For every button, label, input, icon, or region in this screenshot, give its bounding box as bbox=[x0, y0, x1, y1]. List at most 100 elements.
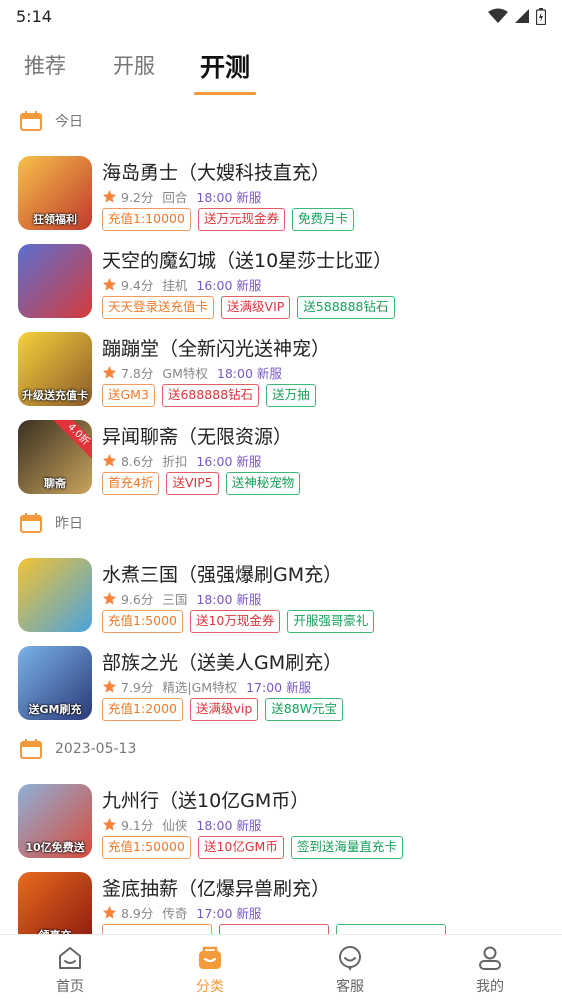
wifi-icon bbox=[488, 8, 508, 23]
game-title[interactable]: 天空的魔幻城（送10星莎士比亚） bbox=[102, 246, 392, 273]
nav-home[interactable]: 首页 bbox=[0, 935, 140, 1001]
game-thumbnail[interactable]: 4.0折 聊斋 bbox=[18, 420, 92, 494]
star-icon bbox=[102, 817, 117, 831]
open-time: 18:00 新服 bbox=[216, 365, 282, 381]
game-category: GM特权 bbox=[162, 365, 208, 381]
game-list[interactable]: 今日 狂领福利 海岛勇士（大嫂科技直充） 9.2分 回合 18:00 新服 充值1:1000… bbox=[0, 96, 562, 934]
date-header: 2023-05-13 bbox=[0, 734, 562, 764]
game-title[interactable]: 九州行（送10亿GM币） bbox=[102, 786, 309, 813]
tag-row: 充值1:50000 送10亿GM币 签到送海量直充卡 bbox=[102, 836, 403, 859]
game-tag: 送满级vip bbox=[189, 698, 259, 721]
service-icon bbox=[339, 946, 361, 971]
game-tag: 送10万现金券 bbox=[189, 610, 281, 633]
game-row[interactable]: 天空的魔幻城（送10星莎士比亚） 9.4分 挂机 16:00 新服天天登录送充值卡 送满… bbox=[0, 244, 562, 326]
star-icon bbox=[102, 365, 117, 379]
game-score: 9.2分 bbox=[121, 189, 154, 205]
discount-badge: 4.0折 bbox=[53, 420, 92, 460]
thumbnail-label: 送GM刷充 bbox=[28, 703, 82, 716]
game-tag: 天天登录送充值卡 bbox=[102, 296, 215, 319]
game-thumbnail[interactable]: 狂领福利 bbox=[18, 156, 92, 230]
calendar-icon bbox=[20, 111, 42, 131]
game-category: 三国 bbox=[162, 591, 188, 607]
game-row[interactable]: 狂领福利 海岛勇士（大嫂科技直充） 9.2分 回合 18:00 新服 充值1:10000 送… bbox=[0, 156, 562, 238]
game-meta: 8.9分 传奇 17:00 新服 bbox=[102, 903, 261, 921]
game-thumbnail[interactable]: 10亿免费送 bbox=[18, 784, 92, 858]
game-tag: 送588888钻石 bbox=[297, 296, 395, 319]
game-category: 挂机 bbox=[162, 277, 188, 293]
calendar-icon bbox=[20, 739, 42, 759]
nav-service[interactable]: 客服 bbox=[280, 935, 420, 1001]
game-tag: 送满级VIP bbox=[221, 296, 291, 319]
game-meta: 8.6分 折扣 16:00 新服 bbox=[102, 451, 261, 469]
nav-service-label: 客服 bbox=[336, 979, 364, 995]
status-icons bbox=[488, 7, 546, 25]
game-score: 9.6分 bbox=[121, 591, 154, 607]
game-category: 精选|GM特权 bbox=[162, 679, 238, 695]
date-header: 昨日 bbox=[0, 508, 562, 538]
game-tag: 免费月卡 bbox=[291, 208, 354, 231]
game-tag: 开服强哥豪礼 bbox=[287, 610, 375, 633]
tag-row: 天天登录送充值卡 送满级VIP 送588888钻石 bbox=[102, 296, 395, 319]
game-meta: 7.8分 GM特权 18:00 新服 bbox=[102, 363, 282, 381]
date-label: 2023-05-13 bbox=[55, 741, 137, 757]
game-title[interactable]: 海岛勇士（大嫂科技直充） bbox=[102, 158, 330, 185]
nav-profile[interactable]: 我的 bbox=[420, 935, 560, 1001]
thumbnail-label: 10亿免费送 bbox=[25, 841, 85, 854]
calendar-icon bbox=[20, 513, 42, 533]
game-tag: 充值1:5000 bbox=[102, 610, 183, 633]
game-category: 传奇 bbox=[162, 905, 188, 921]
tab-server-open[interactable]: 开服 bbox=[113, 50, 155, 80]
star-icon bbox=[102, 679, 117, 693]
bottom-nav: 首页 分类 客服 我的 bbox=[0, 934, 562, 1001]
nav-profile-label: 我的 bbox=[476, 979, 504, 995]
game-title[interactable]: 蹦蹦堂（全新闪光送神宠） bbox=[102, 334, 330, 361]
tab-indicator bbox=[194, 92, 256, 95]
game-tag: 首充4折 bbox=[102, 472, 160, 495]
game-row[interactable]: 4.0折 聊斋 异闻聊斋（无限资源） 8.6分 折扣 16:00 新服 首充4折 送VIP5 送… bbox=[0, 420, 562, 502]
star-icon bbox=[102, 905, 117, 919]
tag-row bbox=[102, 924, 446, 934]
tab-beta-test[interactable]: 开测 bbox=[200, 48, 250, 84]
star-icon bbox=[102, 591, 117, 605]
game-thumbnail[interactable]: 送GM刷充 bbox=[18, 646, 92, 720]
tag-row: 充值1:5000 送10万现金券 开服强哥豪礼 bbox=[102, 610, 375, 633]
game-meta: 9.1分 仙侠 18:00 新服 bbox=[102, 815, 261, 833]
game-score: 9.1分 bbox=[121, 817, 154, 833]
game-score: 7.9分 bbox=[121, 679, 154, 695]
game-row[interactable]: 送GM刷充 部族之光（送美人GM刷充） 7.9分 精选|GM特权 17:00 新服 充值1… bbox=[0, 646, 562, 728]
game-row[interactable]: 升级送充值卡 蹦蹦堂（全新闪光送神宠） 7.8分 GM特权 18:00 新服 送GM3 送6… bbox=[0, 332, 562, 414]
signal-icon bbox=[515, 9, 529, 23]
game-tag: 送万元现金券 bbox=[197, 208, 285, 231]
home-icon bbox=[59, 947, 81, 969]
game-tag: 送10亿GM币 bbox=[197, 836, 284, 859]
game-title[interactable]: 水煮三国（强强爆刷GM充） bbox=[102, 560, 342, 587]
game-meta: 9.2分 回合 18:00 新服 bbox=[102, 187, 261, 205]
game-row[interactable]: 领真充 釜底抽薪（亿爆异兽刷充） 8.9分传奇 17:00 新服 bbox=[0, 872, 562, 934]
game-tag: 充值1:2000 bbox=[102, 698, 183, 721]
game-thumbnail[interactable] bbox=[18, 244, 92, 318]
nav-home-label: 首页 bbox=[56, 979, 84, 995]
game-title[interactable]: 异闻聊斋（无限资源） bbox=[102, 422, 292, 449]
open-time: 17:00 新服 bbox=[196, 905, 262, 921]
game-meta: 9.4分 挂机 16:00 新服 bbox=[102, 275, 261, 293]
game-tag: 充值1:50000 bbox=[102, 836, 191, 859]
game-thumbnail[interactable] bbox=[18, 558, 92, 632]
game-meta: 9.6分 三国 18:00 新服 bbox=[102, 589, 261, 607]
game-tag: 送VIP5 bbox=[166, 472, 219, 495]
game-tag bbox=[102, 924, 212, 934]
game-row[interactable]: 10亿免费送 九州行（送10亿GM币） 9.1分 仙侠 18:00 新服充值1:5000… bbox=[0, 784, 562, 866]
game-category: 回合 bbox=[162, 189, 188, 205]
game-tag: 送GM3 bbox=[102, 384, 155, 407]
thumbnail-label: 升级送充值卡 bbox=[22, 389, 88, 402]
game-row[interactable]: 水煮三国（强强爆刷GM充） 9.6分 三国 18:00 新服充值1:5000 送10万现… bbox=[0, 558, 562, 640]
date-label: 今日 bbox=[55, 114, 83, 130]
game-thumbnail[interactable]: 升级送充值卡 bbox=[18, 332, 92, 406]
game-title[interactable]: 部族之光（送美人GM刷充） bbox=[102, 648, 342, 675]
game-thumbnail[interactable]: 领真充 bbox=[18, 872, 92, 934]
tab-recommend[interactable]: 推荐 bbox=[24, 50, 66, 80]
nav-category[interactable]: 分类 bbox=[140, 935, 280, 1001]
game-title[interactable]: 釜底抽薪（亿爆异兽刷充） bbox=[102, 874, 330, 901]
nav-category-label: 分类 bbox=[196, 979, 224, 995]
game-score: 8.6分 bbox=[121, 453, 154, 469]
game-tag bbox=[219, 924, 329, 934]
